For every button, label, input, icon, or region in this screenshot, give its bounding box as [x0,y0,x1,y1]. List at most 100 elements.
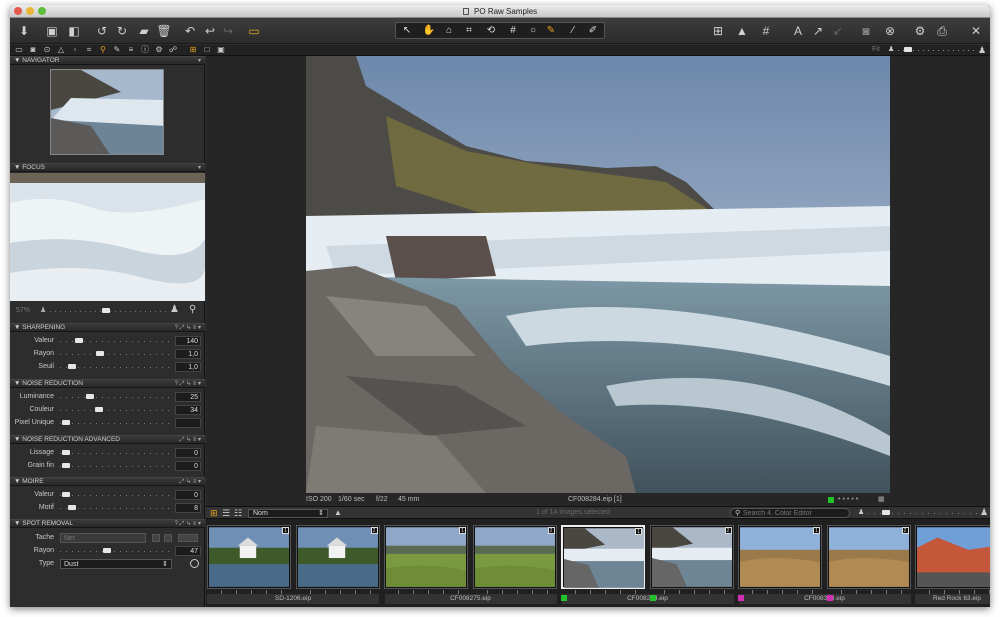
list-view-button[interactable]: ☰ [222,508,230,519]
compare-icon[interactable]: ▣ [44,23,60,39]
main-image[interactable] [306,56,890,493]
white-balance-tool-icon[interactable]: ⌂ [440,24,458,38]
info-tab-icon[interactable]: ⓘ [140,45,150,55]
sharpening-slider[interactable] [60,338,170,343]
moire-slider-thumb[interactable] [68,505,77,510]
noise-value[interactable] [175,418,201,428]
noise-slider[interactable] [60,407,170,412]
filmstrip-thumbnail[interactable]: 2 [826,525,911,589]
focus-zoom-slider[interactable] [50,308,166,313]
import-icon[interactable]: ⬇ [16,23,32,39]
sort-select[interactable]: Nom ⇕ [248,509,328,518]
warning-icon[interactable]: ▲ [734,23,750,39]
noise-value[interactable]: 34 [175,405,201,415]
text-tool-icon[interactable]: A [790,23,806,39]
single-view-icon[interactable]: □ [202,45,212,55]
focus-magnifier-icon[interactable]: ⚲ [189,304,196,315]
zoom-window-button[interactable] [38,7,46,15]
color-tag[interactable] [738,595,744,601]
grid-icon[interactable]: ⊞ [710,23,726,39]
rating-dots[interactable]: ••••• [838,494,860,505]
color-label-swatch[interactable] [828,497,834,503]
brush-tool-icon[interactable]: ✎ [542,24,560,38]
rayon-slider[interactable] [60,548,170,553]
noise-advanced-value[interactable]: 0 [175,461,201,471]
rotate-left-icon[interactable]: ↺ [94,23,110,39]
color-tag[interactable] [561,595,567,601]
sort-direction-icon[interactable]: ▲ [334,508,342,517]
moire-slider-thumb[interactable] [62,492,71,497]
list-tab-icon[interactable]: ≡ [126,45,136,55]
search-field[interactable]: ⚲ [730,508,850,518]
sharpening-slider-thumb[interactable] [75,338,84,343]
drop-tab-icon[interactable]: ◦ [70,45,80,55]
magnifier-tab-icon[interactable]: ⚲ [98,45,108,55]
tache-select[interactable]: Net [60,533,146,543]
noise-advanced-slider-thumb[interactable] [62,450,71,455]
zoom-slider[interactable] [898,47,974,52]
arrow-disabled-icon[interactable]: ↙ [830,23,846,39]
detail-view-button[interactable]: ☷ [234,508,242,519]
crop-tab-icon[interactable]: ⌗ [84,45,94,55]
print-icon[interactable]: ⎙ [934,23,950,39]
sharpening-value[interactable]: 1,0 [175,349,201,359]
sharpening-slider[interactable] [60,364,170,369]
moire-slider[interactable] [60,492,170,497]
focus-header[interactable]: ▼ FOCUS ▾ [10,163,205,172]
sharpening-slider[interactable] [60,351,170,356]
crop-tool-icon[interactable]: ⌗ [460,24,478,38]
filmstrip-thumbnail[interactable]: 1 [915,525,990,589]
tache-option-c[interactable] [178,534,198,542]
overlay-grid-icon[interactable]: # [758,23,774,39]
moire-value[interactable]: 0 [175,490,201,500]
grid-view-button[interactable]: ⊞ [210,508,218,519]
loupe-view-icon[interactable]: ▣ [216,45,226,55]
color-tag[interactable] [649,595,656,601]
sharpening-value[interactable]: 140 [175,336,201,346]
gear-icon[interactable]: ⚙ [912,23,928,39]
filmstrip-thumbnail[interactable]: 2 [472,525,557,589]
layers-icon[interactable]: ▭ [246,23,262,39]
focus-preview[interactable] [10,173,205,301]
thumb-size-slider[interactable] [868,510,978,515]
noise-slider-thumb[interactable] [85,394,94,399]
histogram-icon[interactable]: ▦ [878,494,885,505]
repair-tool-icon[interactable]: ✐ [584,24,602,38]
cancel-icon[interactable]: ⊗ [882,23,898,39]
noise-reduction-header[interactable]: ▼ NOISE REDUCTION? ⤢ ↳ ≡ ▾ [10,379,205,388]
noise-advanced-value[interactable]: 0 [175,448,201,458]
noise-advanced-slider[interactable] [60,463,170,468]
filmstrip-thumbnail[interactable]: 2 [295,525,380,589]
noise-advanced-slider-thumb[interactable] [62,463,71,468]
sharpening-header[interactable]: ▼ SHARPENING? ⤢ ↳ ≡ ▾ [10,323,205,332]
noise-slider[interactable] [60,394,170,399]
pointer-tool-icon[interactable]: ↖ [398,24,416,38]
type-select[interactable]: Dust ⇕ [60,559,172,569]
tache-option-a[interactable] [152,534,160,542]
rayon-value[interactable]: 47 [175,546,201,556]
folder-tab-icon[interactable]: ▭ [14,45,24,55]
noise-slider-thumb[interactable] [94,407,103,412]
noise-advanced-header[interactable]: ▼ NOISE REDUCTION ADVANCED ⤢ ↳ ≡ ▾ [10,435,205,444]
type-circle-icon[interactable] [190,559,199,568]
tools-icon[interactable]: ✕ [968,23,984,39]
sharpening-value[interactable]: 1,0 [175,362,201,372]
navigator-header[interactable]: ▼ NAVIGATOR ▾ [10,56,205,65]
settings-tab-icon[interactable]: ⊙ [42,45,52,55]
sharpening-slider-thumb[interactable] [95,351,104,356]
minimize-window-button[interactable] [26,7,34,15]
trash-icon[interactable]: 🗑 [156,23,172,39]
grid-view-icon[interactable]: ⊞ [188,45,198,55]
moire-value[interactable]: 8 [175,503,201,513]
hand-tool-icon[interactable]: ✋ [420,24,438,38]
shape-tab-icon[interactable]: △ [56,45,66,55]
filmstrip-thumbnail[interactable]: 1 [384,525,468,589]
moire-slider[interactable] [60,505,170,510]
filmstrip-thumbnail[interactable]: 1 [207,525,291,589]
camera-tab-icon[interactable]: ◙ [28,45,38,55]
eyedropper-tool-icon[interactable]: ⁄ [564,24,582,38]
folder-icon[interactable]: ▰ [136,23,152,39]
people-tab-icon[interactable]: ☍ [168,45,178,55]
circle-tool-icon[interactable]: ○ [524,24,542,38]
brush-tab-icon[interactable]: ✎ [112,45,122,55]
